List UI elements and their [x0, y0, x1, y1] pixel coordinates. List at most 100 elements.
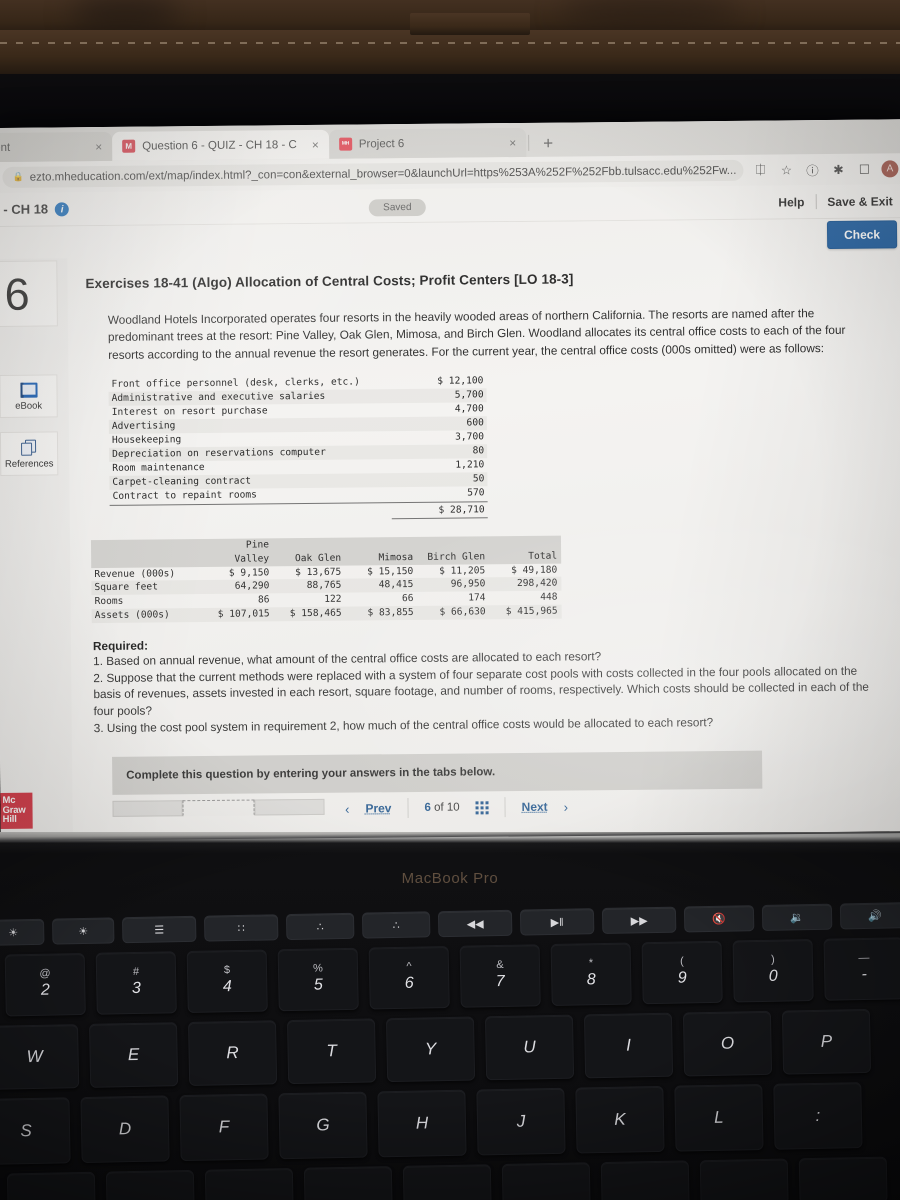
browser-tab-1[interactable]: M Question 6 - QUIZ - CH 18 - C ×: [112, 129, 329, 161]
key-y[interactable]: Y: [385, 1016, 476, 1083]
browser-tab-2-close-icon[interactable]: ×: [509, 135, 516, 149]
key-w[interactable]: W: [0, 1024, 80, 1090]
key-d[interactable]: D: [80, 1095, 170, 1164]
cost-value: 600: [466, 417, 484, 429]
sidebar-item-references[interactable]: References: [0, 431, 59, 476]
key-0[interactable]: ) 0: [732, 938, 814, 1003]
exercise-title: Exercises 18-41 (Algo) Allocation of Cen…: [85, 271, 574, 292]
macbook-pro-label: MacBook Pro: [401, 870, 499, 887]
key-f[interactable]: F: [179, 1093, 269, 1162]
key-bottom-1[interactable]: [6, 1171, 96, 1200]
quiz-title-text: UIZ - CH 18: [0, 201, 49, 217]
key-9[interactable]: ( 9: [641, 940, 723, 1005]
brightness-high-icon[interactable]: ☀: [51, 917, 115, 945]
key-bottom-2[interactable]: [105, 1169, 195, 1200]
key-6[interactable]: ^ 6: [368, 945, 450, 1010]
key-4[interactable]: $ 4: [186, 949, 268, 1013]
grid-menu-icon[interactable]: [475, 800, 489, 814]
browser-tab-0[interactable]: ent ×: [0, 131, 113, 162]
help-link[interactable]: Help: [778, 195, 804, 209]
key-t[interactable]: T: [286, 1018, 377, 1085]
key-bottom-9[interactable]: [798, 1156, 888, 1200]
key-bottom-4[interactable]: [303, 1166, 393, 1200]
key-s[interactable]: S: [0, 1097, 71, 1165]
browser-tab-2[interactable]: MH Project 6 ×: [328, 127, 527, 159]
next-chevron-icon[interactable]: ›: [564, 799, 568, 814]
sidebar-panel-icon[interactable]: ☐: [855, 162, 873, 177]
profile-avatar[interactable]: A: [881, 160, 899, 178]
key-minus[interactable]: — -: [823, 937, 900, 1001]
cell: $ 49,180: [510, 564, 558, 576]
key-bottom-6[interactable]: [501, 1162, 591, 1200]
browser-tab-0-close-icon[interactable]: ×: [95, 139, 102, 153]
key-5-label: 5: [313, 976, 323, 994]
cell: $ 13,675: [295, 566, 342, 578]
key-k[interactable]: K: [575, 1085, 665, 1154]
key-g[interactable]: G: [278, 1091, 368, 1160]
address-bar[interactable]: 🔒 ezto.mheducation.com/ext/map/index.htm…: [2, 159, 744, 188]
sidebar-item-ebook[interactable]: eBook: [0, 374, 58, 418]
info-icon[interactable]: i: [55, 202, 70, 217]
rewind-icon[interactable]: ◀◀: [437, 909, 513, 938]
cell: $ 107,015: [217, 608, 270, 620]
new-tab-button[interactable]: +: [531, 134, 565, 157]
mute-icon[interactable]: 🔇: [683, 905, 755, 933]
key-8[interactable]: * 8: [550, 942, 632, 1007]
key-semicolon[interactable]: :: [773, 1082, 863, 1150]
bookmark-star-icon[interactable]: ☆: [777, 162, 795, 177]
key-3[interactable]: # 3: [95, 951, 177, 1015]
key-bottom-5[interactable]: [402, 1164, 492, 1200]
volume-up-icon[interactable]: 🔊: [839, 902, 900, 930]
key-5[interactable]: % 5: [277, 947, 359, 1012]
key-7[interactable]: & 7: [459, 944, 541, 1008]
key-g-label: G: [316, 1115, 330, 1135]
next-button[interactable]: Next: [522, 800, 548, 814]
keyboard-backlight-high-icon[interactable]: ∴: [361, 911, 431, 939]
extensions-puzzle-icon[interactable]: ✱: [829, 162, 847, 177]
check-button[interactable]: Check: [826, 220, 898, 250]
key-j[interactable]: J: [476, 1087, 566, 1156]
key-o[interactable]: O: [682, 1010, 773, 1077]
col-header-pine: Pine: [245, 539, 270, 551]
keyboard-backlight-low-icon[interactable]: ∴: [285, 912, 355, 941]
key-p[interactable]: P: [781, 1008, 872, 1075]
key-r[interactable]: R: [187, 1020, 278, 1086]
key-h[interactable]: H: [377, 1089, 467, 1158]
letter-key-row-3-partial: [0, 1156, 900, 1200]
key-e[interactable]: E: [89, 1022, 179, 1088]
key-bottom-8[interactable]: [699, 1158, 789, 1200]
key-h-label: H: [415, 1113, 429, 1133]
key-2[interactable]: @ 2: [4, 952, 86, 1017]
cell: 174: [468, 592, 486, 604]
key-5-shift: %: [312, 962, 323, 975]
mission-control-icon[interactable]: ☰: [121, 915, 197, 944]
prev-button[interactable]: Prev: [365, 801, 391, 815]
sidebar-item-ebook-label: eBook: [15, 400, 43, 412]
key-i[interactable]: I: [583, 1012, 674, 1079]
help-circle-icon[interactable]: ⓘ: [803, 160, 821, 179]
cost-value: 5,700: [454, 389, 484, 401]
cell: 66: [401, 593, 414, 605]
laptop-hinge: [0, 832, 900, 841]
nav-divider-left: [407, 798, 409, 819]
launchpad-icon[interactable]: ∷: [203, 914, 279, 942]
key-bottom-3[interactable]: [204, 1168, 294, 1200]
project-favicon-icon: MH: [338, 137, 352, 151]
share-icon[interactable]: ⎅: [751, 163, 769, 178]
browser-tab-1-close-icon[interactable]: ×: [312, 137, 319, 151]
fast-forward-icon[interactable]: ▶▶: [601, 906, 677, 935]
cost-total-value: $ 28,710: [391, 503, 488, 520]
key-u[interactable]: U: [484, 1014, 575, 1081]
prev-chevron-icon[interactable]: ‹: [345, 801, 349, 816]
brightness-low-icon[interactable]: ☀: [0, 918, 45, 946]
key-t-label: T: [326, 1041, 337, 1061]
key-minus-shift: —: [858, 951, 870, 964]
play-pause-icon[interactable]: ▶‖: [519, 908, 595, 936]
volume-down-icon[interactable]: 🔉: [761, 903, 833, 931]
central-office-costs-table: Front office personnel (desk, clerks, et…: [108, 375, 488, 522]
save-and-exit-link[interactable]: Save & Exit: [827, 194, 893, 209]
key-4-shift: $: [223, 963, 231, 976]
key-l[interactable]: L: [674, 1083, 764, 1152]
key-bottom-7[interactable]: [600, 1160, 690, 1200]
exercise-intro: Woodland Hotels Incorporated operates fo…: [107, 306, 846, 362]
